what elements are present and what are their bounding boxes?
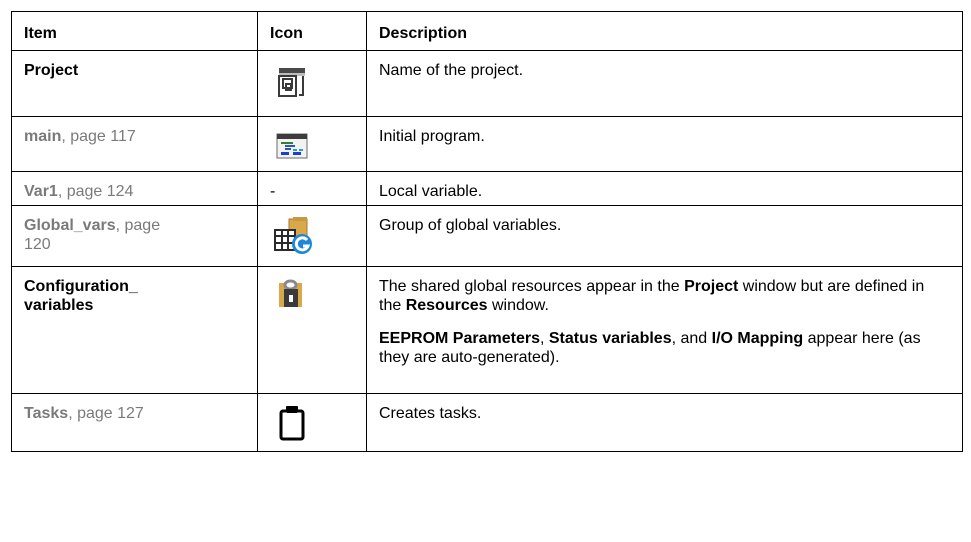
- text-run: ,: [539, 330, 549, 347]
- bold-run: Resources: [405, 297, 488, 314]
- table-row: Configuration_ variables The shared glob…: [11, 266, 963, 394]
- table-row: Var1, page 124 - Local variable.: [11, 171, 963, 206]
- item-page-ref-line2[interactable]: 120: [24, 236, 51, 253]
- description-cell: Local variable.: [366, 171, 963, 206]
- item-page-ref[interactable]: , page: [116, 217, 160, 234]
- item-link[interactable]: Tasks: [24, 405, 68, 422]
- description-paragraph: EEPROM Parameters, Status variables, and…: [379, 329, 950, 367]
- item-cell: Configuration_ variables: [11, 266, 258, 394]
- header-description: Description: [366, 11, 963, 51]
- no-icon-dash: -: [270, 183, 276, 200]
- items-table: Item Icon Description Project Name of th…: [11, 11, 963, 452]
- icon-cell: [257, 266, 367, 394]
- description-cell: The shared global resources appear in th…: [366, 266, 963, 394]
- project-icon: [278, 68, 305, 97]
- task-icon: [279, 406, 305, 441]
- item-cell: Tasks, page 127: [11, 393, 258, 452]
- item-cell: main, page 117: [11, 116, 258, 172]
- icon-cell: [257, 50, 367, 117]
- table-row: Global_vars, page 120 Group of global va…: [11, 205, 963, 267]
- item-label-line1: Configuration_: [24, 278, 138, 295]
- description-cell: Name of the project.: [366, 50, 963, 117]
- item-link[interactable]: main: [24, 128, 61, 145]
- bold-run: Status variables: [548, 330, 672, 347]
- header-icon: Icon: [257, 11, 367, 51]
- description-paragraph: The shared global resources appear in th…: [379, 277, 950, 315]
- bold-run: I/O Mapping: [711, 330, 804, 347]
- text-run: The shared global resources appear in th…: [379, 278, 685, 295]
- description-cell: Creates tasks.: [366, 393, 963, 452]
- item-page-ref[interactable]: , page 117: [61, 128, 135, 145]
- bold-run: Project: [684, 278, 739, 295]
- item-cell: Global_vars, page 120: [11, 205, 258, 267]
- icon-cell: -: [257, 171, 367, 206]
- item-link[interactable]: Global_vars: [24, 217, 116, 234]
- program-icon: [276, 133, 308, 159]
- global-variables-icon: [274, 217, 312, 254]
- description-cell: Group of global variables.: [366, 205, 963, 267]
- item-cell: Project: [11, 50, 258, 117]
- item-label: Project: [24, 62, 79, 79]
- table-row: Project Name of the project.: [11, 50, 963, 117]
- icon-cell: [257, 393, 367, 452]
- item-link[interactable]: Var1: [24, 183, 58, 200]
- text-run: window.: [487, 297, 549, 314]
- icon-cell: [257, 116, 367, 172]
- item-page-ref[interactable]: , page 127: [68, 405, 144, 422]
- item-page-ref[interactable]: , page 124: [58, 183, 134, 200]
- item-cell: Var1, page 124: [11, 171, 258, 206]
- table-row: main, page 117 Initial program.: [11, 116, 963, 172]
- table-header-row: Item Icon Description: [11, 11, 963, 51]
- bold-run: EEPROM Parameters: [379, 330, 540, 347]
- locked-folder-icon: [279, 279, 302, 307]
- table-row: Tasks, page 127 Creates tasks.: [11, 393, 963, 452]
- header-item: Item: [11, 11, 258, 51]
- text-run: , and: [671, 330, 712, 347]
- page: Item Icon Description Project Name of th…: [0, 0, 971, 542]
- description-cell: Initial program.: [366, 116, 963, 172]
- icon-cell: [257, 205, 367, 267]
- item-label-line2: variables: [24, 297, 94, 314]
